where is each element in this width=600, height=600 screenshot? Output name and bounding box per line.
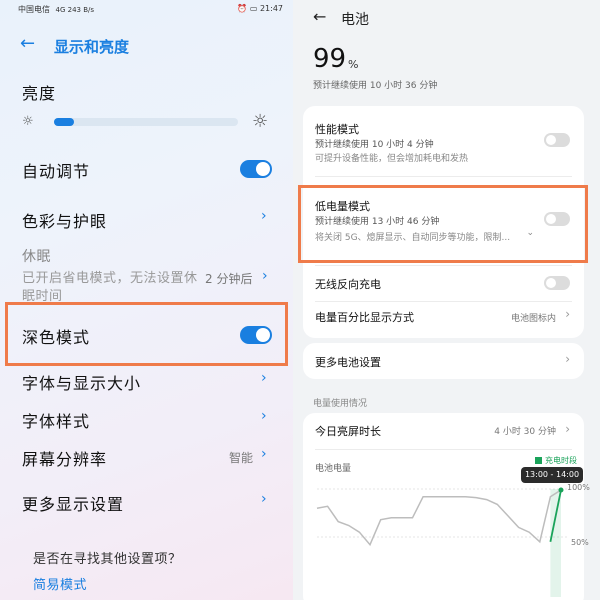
display-brightness-screen: 中国电信 4G 243 B/s ⏰ ▭ 21:47 ← 显示和亮度 亮度 ☼ ☼… — [0, 0, 293, 600]
performance-mode-desc: 可提升设备性能，但会增加耗电和发热 — [315, 154, 469, 164]
brightness-slider[interactable] — [54, 118, 238, 126]
pct-display-value: 电池图标内 — [510, 314, 556, 324]
highlight-box-dark-mode — [5, 302, 288, 366]
battery-level-line — [316, 489, 562, 547]
performance-mode-toggle[interactable] — [544, 133, 570, 147]
alarm-icon: ⏰ — [237, 4, 248, 13]
chevron-right-icon: › — [261, 446, 267, 462]
signal-indicator: 4G 243 B/s — [55, 6, 95, 14]
chevron-right-icon: › — [565, 307, 570, 321]
usage-card: 今日亮屏时长 4 小时 30 分钟 › 电池电量 充电时段 13:00 - 14… — [303, 413, 590, 600]
highlight-box-low-power — [298, 185, 588, 263]
page-title: 显示和亮度 — [54, 38, 130, 56]
back-arrow-icon[interactable]: ← — [20, 33, 35, 54]
y-tick-100: 100% — [567, 483, 590, 492]
brightness-slider-fill — [54, 118, 75, 126]
font-style-label[interactable]: 字体样式 — [22, 408, 90, 432]
status-bar-right: ⏰ ▭ 21:47 — [237, 4, 283, 13]
y-tick-50: 50% — [571, 538, 589, 547]
page-title: 电池 — [341, 12, 369, 28]
sleep-note: 已开启省电模式，无法设置休眠时间 — [22, 271, 198, 302]
charging-period-band — [550, 489, 561, 597]
more-battery-card[interactable]: 更多电池设置 › — [303, 343, 584, 379]
battery-screen: ← 电池 99 % 预计继续使用 10 小时 36 分钟 性能模式 预计继续使用… — [293, 0, 600, 600]
status-bar-left: 中国电信 4G 243 B/s — [18, 4, 94, 15]
chevron-right-icon: › — [565, 352, 570, 366]
battery-percent-unit: % — [348, 58, 359, 71]
font-size-label[interactable]: 字体与显示大小 — [22, 370, 141, 394]
auto-adjust-label: 自动调节 — [22, 162, 91, 181]
usage-section-title: 电量使用情况 — [313, 399, 368, 409]
current-level-point — [558, 487, 564, 493]
more-battery-title[interactable]: 更多电池设置 — [315, 354, 381, 370]
sun-small-icon: ☼ — [22, 114, 34, 129]
divider — [315, 265, 572, 266]
clock: 21:47 — [259, 4, 283, 13]
wireless-reverse-title: 无线反向充电 — [315, 278, 381, 291]
performance-mode-title: 性能模式 — [315, 123, 359, 136]
sleep-value: 2 分钟后 — [205, 272, 253, 286]
auto-adjust-toggle[interactable] — [240, 160, 272, 178]
resolution-label[interactable]: 屏幕分辨率 — [22, 446, 107, 470]
battery-percent: 99 — [313, 44, 347, 74]
battery-icon: ▭ — [249, 4, 258, 13]
sleep-label: 休眠 — [22, 249, 51, 265]
carrier-label: 中国电信 — [18, 5, 50, 14]
chevron-right-icon: › — [262, 268, 268, 284]
chevron-right-icon: › — [261, 408, 267, 424]
footer-question: 是否在寻找其他设置项？ — [33, 552, 182, 567]
back-arrow-icon[interactable]: ← — [313, 7, 326, 26]
battery-level-chart[interactable] — [303, 413, 584, 600]
sun-large-icon: ☼ — [252, 111, 269, 132]
battery-estimate: 预计继续使用 10 小时 36 分钟 — [313, 81, 438, 91]
performance-mode-estimate: 预计继续使用 10 小时 4 分钟 — [315, 140, 434, 150]
chart-tooltip: 13:00 - 14:00 — [521, 467, 583, 483]
wireless-reverse-toggle[interactable] — [544, 276, 570, 290]
resolution-value: 智能 — [229, 451, 254, 465]
brightness-label: 亮度 — [22, 84, 57, 103]
divider — [315, 176, 572, 177]
pct-display-title[interactable]: 电量百分比显示方式 — [315, 309, 414, 325]
more-display-label[interactable]: 更多显示设置 — [22, 491, 124, 515]
chevron-right-icon: › — [261, 491, 267, 507]
divider — [315, 301, 572, 302]
simple-mode-link[interactable]: 简易模式 — [33, 574, 87, 593]
chevron-right-icon: › — [261, 370, 267, 386]
chevron-right-icon: › — [261, 208, 267, 224]
color-eye-label[interactable]: 色彩与护眼 — [22, 208, 107, 232]
